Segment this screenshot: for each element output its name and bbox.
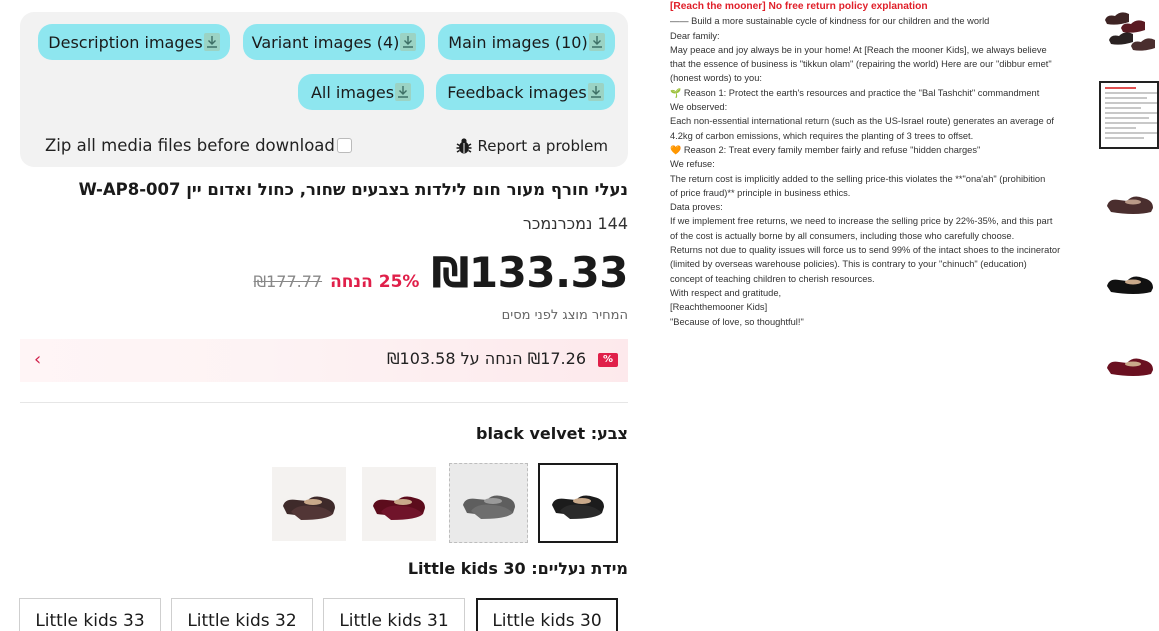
original-price: ₪177.77 bbox=[253, 272, 323, 291]
report-problem-link[interactable]: Report a problem bbox=[455, 137, 608, 155]
description-heading: [Reach the mooner] No free return policy… bbox=[670, 1, 928, 12]
color-swatch-black-velvet[interactable] bbox=[538, 463, 618, 543]
color-swatch-brown-velvet[interactable] bbox=[272, 467, 346, 541]
description-line: —— Build a more sustainable cycle of kin… bbox=[670, 16, 990, 27]
zip-option: Zip all media files before download bbox=[45, 136, 352, 155]
description-line: We observed: bbox=[670, 102, 728, 113]
feedback-images-label: Feedback images bbox=[447, 82, 587, 102]
description-line: 4.2kg of carbon emissions, which require… bbox=[670, 130, 974, 141]
download-icon bbox=[587, 83, 604, 101]
discount-badge: 25% הנחה bbox=[330, 272, 420, 292]
color-swatch-red-velvet[interactable] bbox=[362, 467, 436, 541]
size-label: מידת נעליים: Little kids 30 bbox=[407, 559, 628, 578]
size-option-32[interactable]: Little kids 32 bbox=[171, 598, 313, 631]
current-price: ₪133.33 bbox=[431, 248, 628, 297]
main-images-label: Main images (10) bbox=[448, 32, 588, 52]
thumbnail-brown-shoe[interactable] bbox=[1099, 170, 1159, 234]
price-row: ₪133.33 25% הנחה ₪177.77 bbox=[253, 248, 629, 297]
description-line: Data proves: bbox=[670, 202, 723, 213]
thumbnail-description-document[interactable] bbox=[1099, 81, 1159, 149]
description-line: If we implement free returns, we need to… bbox=[670, 216, 1053, 227]
main-images-button[interactable]: Main images (10) bbox=[438, 24, 615, 60]
feedback-images-button[interactable]: Feedback images bbox=[436, 74, 615, 110]
description-line: Dear family: bbox=[670, 30, 720, 41]
document-thumbnail-preview bbox=[1105, 87, 1157, 145]
description-line: that the essence of business is "tikkun … bbox=[670, 59, 1052, 70]
description-line: "Because of love, so thoughtful!" bbox=[670, 316, 804, 327]
report-problem-label: Report a problem bbox=[477, 137, 608, 155]
download-icon bbox=[395, 83, 412, 101]
description-line: [Reachthemooner Kids] bbox=[670, 302, 768, 313]
variant-images-button[interactable]: Variant images (4) bbox=[243, 24, 425, 60]
promo-banner[interactable]: ‹ ₪17.26 הנחה על ₪103.58 % bbox=[20, 339, 628, 382]
divider bbox=[20, 402, 628, 403]
description-line: of the cost is actually borne by all con… bbox=[670, 230, 1015, 241]
description-images-label: Description images bbox=[48, 32, 203, 52]
percent-badge-icon: % bbox=[598, 353, 618, 367]
reason-2-text: Reason 2: Treat every family member fair… bbox=[683, 144, 981, 155]
download-icon bbox=[400, 33, 417, 51]
all-images-button[interactable]: All images bbox=[298, 74, 424, 110]
thumbnail-red-shoe[interactable] bbox=[1099, 332, 1159, 396]
promo-text: ₪17.26 הנחה על ₪103.58 bbox=[386, 349, 586, 368]
description-line: of price fraud)** principle in business … bbox=[670, 187, 851, 198]
description-images-button[interactable]: Description images bbox=[38, 24, 230, 60]
color-label: צבע: black velvet bbox=[476, 424, 628, 443]
description-line: (honest words) to you: bbox=[670, 73, 762, 84]
variant-images-label: Variant images (4) bbox=[251, 32, 400, 52]
size-option-31[interactable]: Little kids 31 bbox=[323, 598, 465, 631]
description-line: May peace and joy always be in your home… bbox=[670, 44, 1047, 55]
sold-count: 144 נמכרנמכר bbox=[522, 214, 628, 233]
description-line: We refuse: bbox=[670, 159, 715, 170]
reason-1-text: Reason 1: Protect the earth's resources … bbox=[683, 87, 1040, 98]
description-line: Returns not due to quality issues will f… bbox=[670, 245, 1061, 256]
all-images-label: All images bbox=[310, 82, 395, 102]
description-line: (limited by overseas warehouse policies)… bbox=[670, 259, 1027, 270]
zip-checkbox[interactable] bbox=[336, 138, 352, 153]
color-swatch-grey[interactable] bbox=[449, 463, 528, 543]
thumbnail-shoes-group[interactable] bbox=[1099, 0, 1159, 64]
tax-note: המחיר מוצג לפני מסים bbox=[501, 308, 628, 323]
sprout-icon: 🌱 bbox=[670, 87, 682, 98]
description-image: [Reach the mooner] No free return policy… bbox=[662, 0, 1062, 436]
download-icon bbox=[203, 33, 220, 51]
chevron-left-icon: ‹ bbox=[34, 349, 42, 370]
size-option-30[interactable]: Little kids 30 bbox=[476, 598, 618, 631]
description-line: With respect and gratitude, bbox=[670, 287, 782, 298]
product-title: נעלי חורף מעור חום לילדות בצבעים שחור, כ… bbox=[78, 180, 628, 199]
image-download-panel: Description images Variant images (4) Ma… bbox=[20, 12, 628, 167]
bug-icon bbox=[456, 138, 472, 154]
size-option-33[interactable]: Little kids 33 bbox=[19, 598, 161, 631]
heart-icon: 🧡 bbox=[670, 144, 682, 155]
description-line: Each non-essential international return … bbox=[670, 116, 1054, 127]
thumbnail-black-shoe[interactable] bbox=[1099, 250, 1159, 314]
description-line-reason-1: 🌱 Reason 1: Protect the earth's resource… bbox=[670, 86, 1062, 100]
description-line: The return cost is implicitly added to t… bbox=[670, 173, 1046, 184]
description-line-reason-2: 🧡 Reason 2: Treat every family member fa… bbox=[670, 143, 1062, 157]
description-line: concept of teaching children to cherish … bbox=[670, 273, 875, 284]
download-icon bbox=[588, 33, 605, 51]
zip-label: Zip all media files before download bbox=[45, 136, 335, 155]
